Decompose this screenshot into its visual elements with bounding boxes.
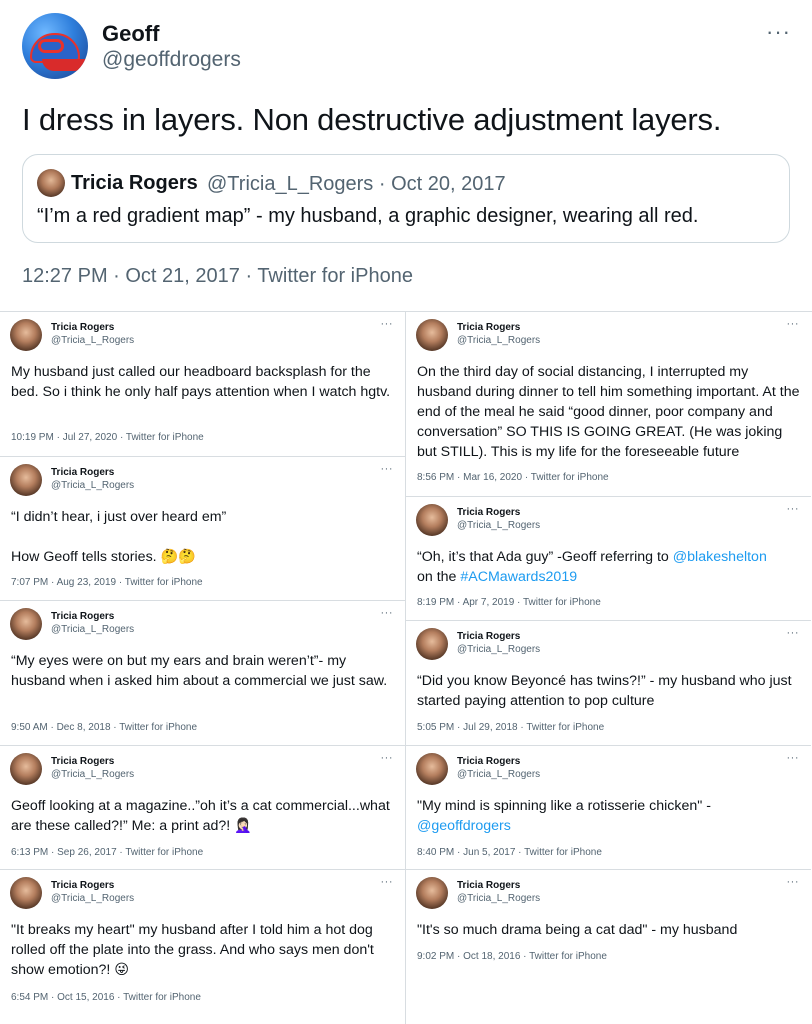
author-handle[interactable]: @Tricia_L_Rogers [457,644,540,655]
tweet-timestamp[interactable]: 12:27 PM · Oct 21, 2017 · Twitter for iP… [22,265,413,288]
author-handle[interactable]: @Tricia_L_Rogers [51,480,134,491]
author-handle[interactable]: @Tricia_L_Rogers [51,893,134,904]
list-item[interactable]: Tricia Rogers @Tricia_L_Rogers ··· My hu… [0,312,405,457]
tweet-timestamp[interactable]: 8:19 PM · Apr 7, 2019 · Twitter for iPho… [417,597,601,608]
avatar[interactable] [37,169,65,197]
more-horizontal-icon[interactable]: ··· [766,21,791,43]
tweet-text: I dress in layers. Non destructive adjus… [22,102,722,137]
tweet-text-part: "My mind is spinning like a rotisserie c… [417,798,711,814]
tweet-timestamp[interactable]: 6:54 PM · Oct 15, 2016 · Twitter for iPh… [11,992,201,1003]
avatar[interactable] [22,13,88,79]
cap-logo [38,39,64,53]
hashtag-link[interactable]: #ACMawards2019 [460,569,577,585]
list-item[interactable]: Tricia Rogers @Tricia_L_Rogers ··· Geoff… [0,746,405,870]
list-item[interactable]: Tricia Rogers @Tricia_L_Rogers ··· "It's… [406,870,811,1024]
tweet-text: “I didn’t hear, i just over heard em” Ho… [11,509,227,565]
main-tweet: Geoff @geoffdrogers ··· I dress in layer… [0,0,812,312]
tweet-text: “Did you know Beyoncé has twins?!” - my … [417,673,792,709]
more-horizontal-icon[interactable]: ··· [787,318,800,330]
list-item[interactable]: Tricia Rogers @Tricia_L_Rogers ··· “My e… [0,601,405,746]
author-name[interactable]: Tricia Rogers [51,611,114,622]
more-horizontal-icon[interactable]: ··· [787,752,800,764]
author-name[interactable]: Tricia Rogers [51,322,114,333]
more-horizontal-icon[interactable]: ··· [381,607,394,619]
author-handle[interactable]: @Tricia_L_Rogers [457,769,540,780]
tweet-text-part: on the [417,569,461,585]
quoted-tweet[interactable]: Tricia Rogers @Tricia_L_Rogers · Oct 20,… [22,154,790,243]
tweet-text-part: “Oh, it’s that Ada guy” -Geoff referring… [417,549,673,565]
tweet-timestamp[interactable]: 9:50 AM · Dec 8, 2018 · Twitter for iPho… [11,722,197,733]
avatar[interactable] [416,628,448,660]
list-item[interactable]: Tricia Rogers @Tricia_L_Rogers ··· "My m… [406,746,811,870]
list-item[interactable]: Tricia Rogers @Tricia_L_Rogers ··· “Oh, … [406,497,811,621]
quoted-text: “I’m a red gradient map” - my husband, a… [37,205,699,227]
tweet-timestamp[interactable]: 8:40 PM · Jun 5, 2017 · Twitter for iPho… [417,847,602,858]
author-handle[interactable]: @Tricia_L_Rogers [457,520,540,531]
more-horizontal-icon[interactable]: ··· [381,752,394,764]
list-item[interactable]: Tricia Rogers @Tricia_L_Rogers ··· “Did … [406,621,811,746]
list-item[interactable]: Tricia Rogers @Tricia_L_Rogers ··· “I di… [0,457,405,601]
author-name[interactable]: Tricia Rogers [457,322,520,333]
more-horizontal-icon[interactable]: ··· [787,503,800,515]
avatar[interactable] [10,319,42,351]
tweet-text: On the third day of social distancing, I… [417,364,800,460]
tweet-text: “My eyes were on but my ears and brain w… [11,653,388,689]
tweet-text: "It breaks my heart" my husband after I … [11,922,374,978]
avatar[interactable] [416,319,448,351]
cap-brim [42,59,86,71]
tweet-text: Geoff looking at a magazine..”oh it’s a … [11,798,390,834]
tweet-timestamp[interactable]: 8:56 PM · Mar 16, 2020 · Twitter for iPh… [417,472,609,483]
avatar[interactable] [10,608,42,640]
quoted-author-name: Tricia Rogers [71,172,198,194]
tweet-text: “Oh, it’s that Ada guy” -Geoff referring… [417,547,805,587]
tweet-timestamp[interactable]: 6:13 PM · Sep 26, 2017 · Twitter for iPh… [11,847,203,858]
author-handle[interactable]: @Tricia_L_Rogers [457,335,540,346]
avatar[interactable] [10,877,42,909]
avatar[interactable] [416,877,448,909]
tweet-timestamp[interactable]: 7:07 PM · Aug 23, 2019 · Twitter for iPh… [11,577,203,588]
mention-link[interactable]: @blakeshelton [673,549,767,565]
avatar[interactable] [416,753,448,785]
more-horizontal-icon[interactable]: ··· [787,876,800,888]
author-name[interactable]: Tricia Rogers [51,467,114,478]
author-handle[interactable]: @Tricia_L_Rogers [51,624,134,635]
avatar[interactable] [10,464,42,496]
mention-link[interactable]: @geoffdrogers [417,818,511,834]
author-name[interactable]: Tricia Rogers [457,880,520,891]
author-handle[interactable]: @Tricia_L_Rogers [51,335,134,346]
author-name[interactable]: Geoff [102,21,159,47]
author-name[interactable]: Tricia Rogers [457,507,520,518]
more-horizontal-icon[interactable]: ··· [787,627,800,639]
avatar[interactable] [10,753,42,785]
author-handle[interactable]: @geoffdrogers [102,48,241,72]
more-horizontal-icon[interactable]: ··· [381,876,394,888]
tweet-text: "My mind is spinning like a rotisserie c… [417,796,805,836]
list-item[interactable]: Tricia Rogers @Tricia_L_Rogers ··· On th… [406,312,811,497]
tweet-text: My husband just called our headboard bac… [11,364,391,400]
author-handle[interactable]: @Tricia_L_Rogers [457,893,540,904]
tweet-timestamp[interactable]: 10:19 PM · Jul 27, 2020 · Twitter for iP… [11,432,204,443]
author-name[interactable]: Tricia Rogers [457,631,520,642]
tweet-timestamp[interactable]: 5:05 PM · Jul 29, 2018 · Twitter for iPh… [417,722,604,733]
author-name[interactable]: Tricia Rogers [51,756,114,767]
list-item[interactable]: Tricia Rogers @Tricia_L_Rogers ··· "It b… [0,870,405,1024]
avatar[interactable] [416,504,448,536]
author-handle[interactable]: @Tricia_L_Rogers [51,769,134,780]
tweet-timestamp[interactable]: 9:02 PM · Oct 18, 2016 · Twitter for iPh… [417,951,607,962]
more-horizontal-icon[interactable]: ··· [381,463,394,475]
author-name[interactable]: Tricia Rogers [51,880,114,891]
tweet-text: "It's so much drama being a cat dad" - m… [417,922,738,938]
author-name[interactable]: Tricia Rogers [457,756,520,767]
more-horizontal-icon[interactable]: ··· [381,318,394,330]
quoted-meta: @Tricia_L_Rogers · Oct 20, 2017 [207,173,506,195]
